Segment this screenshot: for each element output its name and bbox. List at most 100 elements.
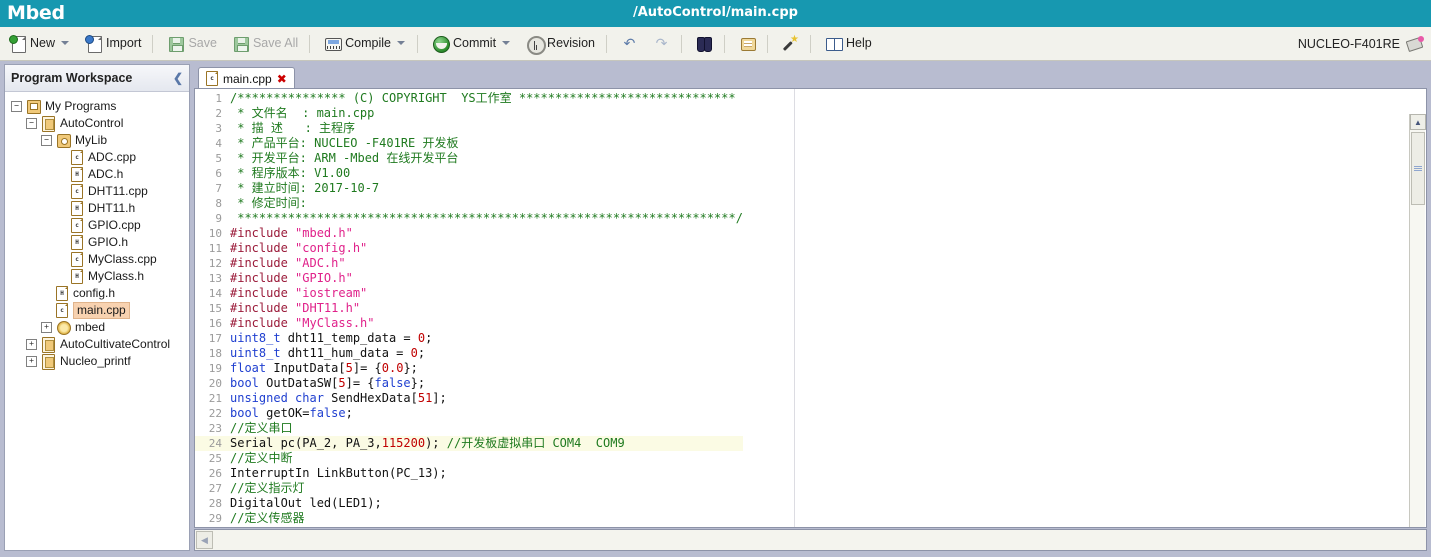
workspace-title: Program Workspace bbox=[11, 71, 133, 85]
revision-button[interactable]: Revision bbox=[520, 30, 601, 58]
code-line[interactable]: 27 //定义指示灯 bbox=[195, 481, 743, 496]
code-line[interactable]: 24 Serial pc(PA_2, PA_3,115200); //开发板虚拟串… bbox=[195, 436, 743, 451]
chevron-down-icon[interactable] bbox=[61, 39, 70, 48]
code-token-pp: #include bbox=[230, 241, 296, 255]
code-line[interactable]: 10 #include "mbed.h" bbox=[195, 226, 743, 241]
import-button[interactable]: Import bbox=[79, 30, 147, 58]
line-number: 29 bbox=[208, 512, 222, 525]
code-line[interactable]: 1 /*************** (C) COPYRIGHT YS工作室 **… bbox=[195, 91, 743, 106]
code-line[interactable]: 4 * 产品平台: NUCLEO -F401RE 开发板 bbox=[195, 136, 743, 151]
code-line[interactable]: 5 * 开发平台: ARM -Mbed 在线开发平台 bbox=[195, 151, 743, 166]
code-line[interactable]: 16 #include "MyClass.h" bbox=[195, 316, 743, 331]
help-button[interactable]: Help bbox=[819, 30, 878, 58]
code-line[interactable]: 29 //定义传感器 bbox=[195, 511, 743, 526]
redo-button[interactable]: ↷ bbox=[647, 30, 676, 58]
code-token-cm: * 修定时间: bbox=[230, 196, 307, 210]
code-line[interactable]: 3 * 描 述 : 主程序 bbox=[195, 121, 743, 136]
tree-item-main-cpp[interactable]: c main.cpp bbox=[11, 302, 189, 319]
code-line[interactable]: 26 InterruptIn LinkButton(PC_13); bbox=[195, 466, 743, 481]
tree-item-my-programs[interactable]: − My Programs bbox=[11, 98, 189, 115]
tree-expander-toggle[interactable]: + bbox=[41, 322, 52, 333]
save-button[interactable]: Save bbox=[161, 30, 223, 58]
source-code[interactable]: 1 /*************** (C) COPYRIGHT YS工作室 **… bbox=[195, 91, 743, 526]
code-line[interactable]: 2 * 文件名 : main.cpp bbox=[195, 106, 743, 121]
code-token-kw: uint8_t bbox=[230, 346, 281, 360]
tree-expander-toggle[interactable]: − bbox=[41, 135, 52, 146]
format-button[interactable] bbox=[733, 30, 762, 58]
tree-expander-spacer bbox=[56, 204, 65, 213]
code-token-str: "iostream" bbox=[295, 286, 368, 300]
code-line[interactable]: 6 * 程序版本: V1.00 bbox=[195, 166, 743, 181]
code-line[interactable]: 25 //定义中断 bbox=[195, 451, 743, 466]
save-all-button[interactable]: Save All bbox=[226, 30, 304, 58]
tree-item-adc-cpp[interactable]: c ADC.cpp bbox=[11, 149, 189, 166]
code-line[interactable]: 13 #include "GPIO.h" bbox=[195, 271, 743, 286]
code-line[interactable]: 8 * 修定时间: bbox=[195, 196, 743, 211]
tree-item-myclass-h[interactable]: H MyClass.h bbox=[11, 268, 189, 285]
project-icon bbox=[41, 354, 55, 370]
tree-expander-toggle[interactable]: + bbox=[26, 339, 37, 350]
code-line[interactable]: 20 bool OutDataSW[5]= {false}; bbox=[195, 376, 743, 391]
scroll-up-button[interactable]: ▲ bbox=[1410, 114, 1426, 130]
code-line[interactable]: 28 DigitalOut led(LED1); bbox=[195, 496, 743, 511]
tree-item-dht11-cpp[interactable]: c DHT11.cpp bbox=[11, 183, 189, 200]
tree-item-myclass-cpp[interactable]: c MyClass.cpp bbox=[11, 251, 189, 268]
new-button[interactable]: New bbox=[3, 30, 76, 58]
tree-item-mbed[interactable]: + mbed bbox=[11, 319, 189, 336]
tree-item-dht11-h[interactable]: H DHT11.h bbox=[11, 200, 189, 217]
editor-region: c main.cpp ✖ 1 /*************** (C) COPYR… bbox=[194, 64, 1427, 551]
tree-item-gpio-cpp[interactable]: c GPIO.cpp bbox=[11, 217, 189, 234]
code-line[interactable]: 15 #include "DHT11.h" bbox=[195, 301, 743, 316]
code-line[interactable]: 14 #include "iostream" bbox=[195, 286, 743, 301]
code-line[interactable]: 21 unsigned char SendHexData[51]; bbox=[195, 391, 743, 406]
tab-main-cpp[interactable]: c main.cpp ✖ bbox=[198, 67, 295, 89]
code-token-pl: ); bbox=[425, 436, 447, 450]
tree-item-label: mbed bbox=[75, 320, 106, 334]
code-line[interactable]: 12 #include "ADC.h" bbox=[195, 256, 743, 271]
code-token-str: "MyClass.h" bbox=[295, 316, 375, 330]
code-line[interactable]: 22 bool getOK=false; bbox=[195, 406, 743, 421]
vertical-scroll-thumb[interactable] bbox=[1411, 132, 1425, 205]
find-button[interactable] bbox=[690, 30, 719, 58]
cpp-file-icon: c bbox=[69, 218, 83, 233]
tree-item-gpio-h[interactable]: H GPIO.h bbox=[11, 234, 189, 251]
tree-item-autocultivatecontrol[interactable]: + AutoCultivateControl bbox=[11, 336, 189, 353]
code-line[interactable]: 19 float InputData[5]= {0.0}; bbox=[195, 361, 743, 376]
code-token-pl: ; bbox=[425, 331, 433, 345]
tree-item-autocontrol[interactable]: − AutoControl bbox=[11, 115, 189, 132]
compile-button[interactable]: Compile bbox=[318, 30, 412, 58]
code-line[interactable]: 7 * 建立时间: 2017-10-7 bbox=[195, 181, 743, 196]
tree-item-mylib[interactable]: − MyLib bbox=[11, 132, 189, 149]
library-icon bbox=[56, 133, 71, 148]
close-icon[interactable]: ✖ bbox=[277, 72, 287, 86]
code-line[interactable]: 9 **************************************… bbox=[195, 211, 743, 226]
collapse-panel-icon[interactable]: ❮ bbox=[173, 71, 183, 85]
tree-expander-toggle[interactable]: − bbox=[26, 118, 37, 129]
commit-button[interactable]: Commit bbox=[426, 30, 517, 58]
tree-expander-toggle[interactable]: − bbox=[11, 101, 22, 112]
horizontal-scrollbar[interactable]: ◀ bbox=[194, 529, 1427, 551]
code-token-pp: #include bbox=[230, 301, 296, 315]
code-line[interactable]: 18 uint8_t dht11_hum_data = 0; bbox=[195, 346, 743, 361]
tree-item-nucleo-printf[interactable]: + Nucleo_printf bbox=[11, 353, 189, 370]
vertical-scrollbar[interactable]: ▲ ▼ bbox=[1409, 114, 1426, 527]
code-token-pp: #include bbox=[230, 256, 296, 270]
tools-button[interactable] bbox=[776, 30, 805, 58]
target-selector[interactable]: NUCLEO-F401RE bbox=[1298, 35, 1431, 52]
cpp-file-icon: c bbox=[69, 150, 83, 165]
tree-expander-spacer bbox=[41, 289, 50, 298]
code-line[interactable]: 11 #include "config.h" bbox=[195, 241, 743, 256]
scroll-left-button[interactable]: ◀ bbox=[196, 531, 213, 549]
code-editor[interactable]: 1 /*************** (C) COPYRIGHT YS工作室 **… bbox=[194, 88, 1427, 528]
tree-item-adc-h[interactable]: H ADC.h bbox=[11, 166, 189, 183]
code-line[interactable]: 23 //定义串口 bbox=[195, 421, 743, 436]
chevron-down-icon[interactable] bbox=[396, 39, 406, 48]
chevron-down-icon[interactable] bbox=[502, 39, 511, 48]
tree-item-config-h[interactable]: Hconfig.h bbox=[11, 285, 189, 302]
code-token-str: "mbed.h" bbox=[295, 226, 353, 240]
tree-expander-toggle[interactable]: + bbox=[26, 356, 37, 367]
code-line[interactable]: 17 uint8_t dht11_temp_data = 0; bbox=[195, 331, 743, 346]
undo-glyph: ↶ bbox=[623, 35, 636, 51]
code-token-kw: float bbox=[230, 361, 267, 375]
undo-button[interactable]: ↶ bbox=[615, 30, 644, 58]
